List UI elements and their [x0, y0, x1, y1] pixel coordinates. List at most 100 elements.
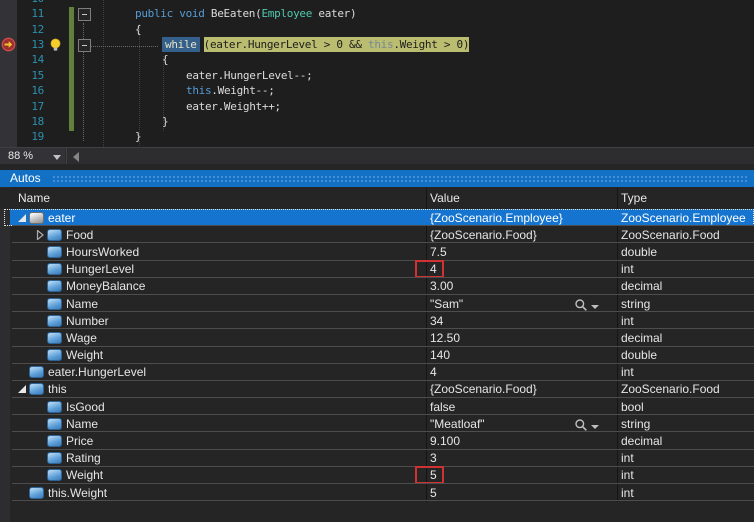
autos-row[interactable]: this{ZooScenario.Food}ZooScenario.Food: [10, 381, 754, 398]
variable-name-cell[interactable]: Weight: [10, 348, 426, 362]
code-text[interactable]: {: [135, 22, 141, 37]
autos-row[interactable]: Weight140double: [10, 347, 754, 364]
autos-row[interactable]: Name"Sam" string: [10, 295, 754, 312]
autos-row[interactable]: Wage12.50decimal: [10, 329, 754, 346]
variable-value-cell[interactable]: false: [426, 400, 617, 414]
autos-row[interactable]: MoneyBalance3.00decimal: [10, 278, 754, 295]
code-editor-line[interactable]: 14{: [0, 52, 754, 67]
variable-name-cell[interactable]: Name: [10, 297, 426, 311]
code-editor-line[interactable]: 13while(eater.HungerLevel > 0 && this.We…: [0, 37, 754, 52]
variable-value-cell[interactable]: "Sam": [426, 297, 617, 311]
code-editor-line[interactable]: 12{: [0, 22, 754, 37]
zoom-dropdown[interactable]: 88 %: [0, 148, 65, 165]
property-icon: [47, 452, 66, 464]
code-editor-line[interactable]: 19}: [0, 129, 754, 144]
code-text[interactable]: this.Weight--;: [186, 83, 275, 98]
autos-row[interactable]: Weight5int: [10, 467, 754, 484]
variable-name-cell[interactable]: Food: [10, 228, 426, 242]
autos-left-margin: [0, 187, 10, 522]
variable-name-cell[interactable]: Wage: [10, 331, 426, 345]
variable-value-cell[interactable]: {ZooScenario.Food}: [426, 382, 617, 396]
autos-panel: Name Value Type eater{ZooScenario.Employ…: [0, 187, 754, 522]
variable-name-cell[interactable]: MoneyBalance: [10, 279, 426, 293]
collapse-arrow-icon[interactable]: [14, 213, 29, 223]
variable-value-cell[interactable]: 5: [426, 468, 617, 482]
code-editor-line[interactable]: 17eater.Weight++;: [0, 99, 754, 114]
column-header-type[interactable]: Type: [621, 191, 647, 205]
variable-value-cell[interactable]: 7.5: [426, 245, 617, 259]
autos-titlebar[interactable]: Autos: [0, 170, 754, 187]
highlighted-statement: while: [162, 37, 200, 52]
code-text[interactable]: }: [135, 129, 141, 144]
code-token: }: [135, 130, 141, 143]
code-editor-line[interactable]: 11public void BeEaten(Employee eater): [0, 6, 754, 21]
variable-name-cell[interactable]: Weight: [10, 468, 426, 482]
autos-row[interactable]: Number34int: [10, 312, 754, 329]
expand-arrow-icon[interactable]: [32, 230, 47, 240]
fold-toggle[interactable]: [78, 39, 91, 52]
variable-value: 5: [430, 486, 437, 500]
autos-row[interactable]: HoursWorked7.5double: [10, 243, 754, 260]
variable-name-cell[interactable]: Price: [10, 434, 426, 448]
dropdown-caret-icon[interactable]: [591, 425, 599, 429]
variable-name-cell[interactable]: IsGood: [10, 400, 426, 414]
fold-toggle[interactable]: [78, 8, 91, 21]
variable-name-cell[interactable]: this.Weight: [10, 486, 426, 500]
variable-value-cell[interactable]: {ZooScenario.Employee}: [426, 211, 617, 225]
property-icon: [47, 315, 66, 327]
variable-name-cell[interactable]: HungerLevel: [10, 262, 426, 276]
variable-name-cell[interactable]: Number: [10, 314, 426, 328]
variable-type-cell: int: [617, 365, 754, 379]
vs-debugger-window: 1011public void BeEaten(Employee eater)1…: [0, 0, 754, 522]
variable-value-cell[interactable]: 3.00: [426, 279, 617, 293]
code-editor[interactable]: 1011public void BeEaten(Employee eater)1…: [0, 0, 754, 147]
variable-name-cell[interactable]: this: [10, 382, 426, 396]
code-text[interactable]: }: [162, 114, 168, 129]
variable-value-cell[interactable]: 5: [426, 486, 617, 500]
variable-value-cell[interactable]: 3: [426, 451, 617, 465]
property-icon: [47, 229, 66, 241]
variable-value-cell[interactable]: 12.50: [426, 331, 617, 345]
column-header-name[interactable]: Name: [18, 191, 50, 205]
code-editor-line[interactable]: 16this.Weight--;: [0, 83, 754, 98]
code-token: eater.HungerLevel--;: [186, 69, 312, 82]
code-token: eater): [312, 7, 356, 20]
highlighted-statement: .Weight > 0): [393, 37, 469, 52]
autos-row[interactable]: Food{ZooScenario.Food}ZooScenario.Food: [10, 226, 754, 243]
code-text[interactable]: while(eater.HungerLevel > 0 && this.Weig…: [162, 37, 469, 52]
variable-name-cell[interactable]: eater.HungerLevel: [10, 365, 426, 379]
variable-type: string: [621, 297, 650, 311]
variable-type: ZooScenario.Employee: [621, 211, 746, 225]
variable-value-cell[interactable]: 4: [426, 365, 617, 379]
code-text[interactable]: eater.Weight++;: [186, 99, 281, 114]
code-editor-line[interactable]: 18}: [0, 114, 754, 129]
horizontal-scrollbar[interactable]: [67, 148, 754, 165]
variable-value-cell[interactable]: 4: [426, 262, 617, 276]
editor-bottom-bar: 88 %: [0, 147, 754, 165]
code-editor-line[interactable]: 15eater.HungerLevel--;: [0, 68, 754, 83]
variable-value-cell[interactable]: 34: [426, 314, 617, 328]
variable-value-cell[interactable]: 140: [426, 348, 617, 362]
variable-name-cell[interactable]: eater: [10, 211, 426, 225]
scroll-left-arrow-icon[interactable]: [73, 152, 79, 162]
autos-row[interactable]: IsGoodfalsebool: [10, 398, 754, 415]
collapse-arrow-icon[interactable]: [14, 384, 29, 394]
autos-row[interactable]: Rating3int: [10, 450, 754, 467]
dropdown-caret-icon[interactable]: [591, 305, 599, 309]
code-text[interactable]: public void BeEaten(Employee eater): [135, 6, 356, 21]
autos-row[interactable]: Name"Meatloaf"string: [10, 415, 754, 432]
variable-name-cell[interactable]: HoursWorked: [10, 245, 426, 259]
variable-name-cell[interactable]: Rating: [10, 451, 426, 465]
variable-value-cell[interactable]: 9.100: [426, 434, 617, 448]
autos-row[interactable]: Price9.100decimal: [10, 432, 754, 449]
variable-value-cell[interactable]: {ZooScenario.Food}: [426, 228, 617, 242]
autos-row[interactable]: eater{ZooScenario.Employee} ZooScenario.E…: [10, 209, 754, 226]
code-text[interactable]: {: [162, 52, 168, 67]
autos-row[interactable]: HungerLevel4int: [10, 261, 754, 278]
variable-name-cell[interactable]: Name: [10, 417, 426, 431]
variable-value-cell[interactable]: "Meatloaf": [426, 417, 617, 431]
column-header-value[interactable]: Value: [430, 191, 460, 205]
autos-row[interactable]: eater.HungerLevel4int: [10, 364, 754, 381]
autos-row[interactable]: this.Weight5int: [10, 484, 754, 501]
code-text[interactable]: eater.HungerLevel--;: [186, 68, 312, 83]
